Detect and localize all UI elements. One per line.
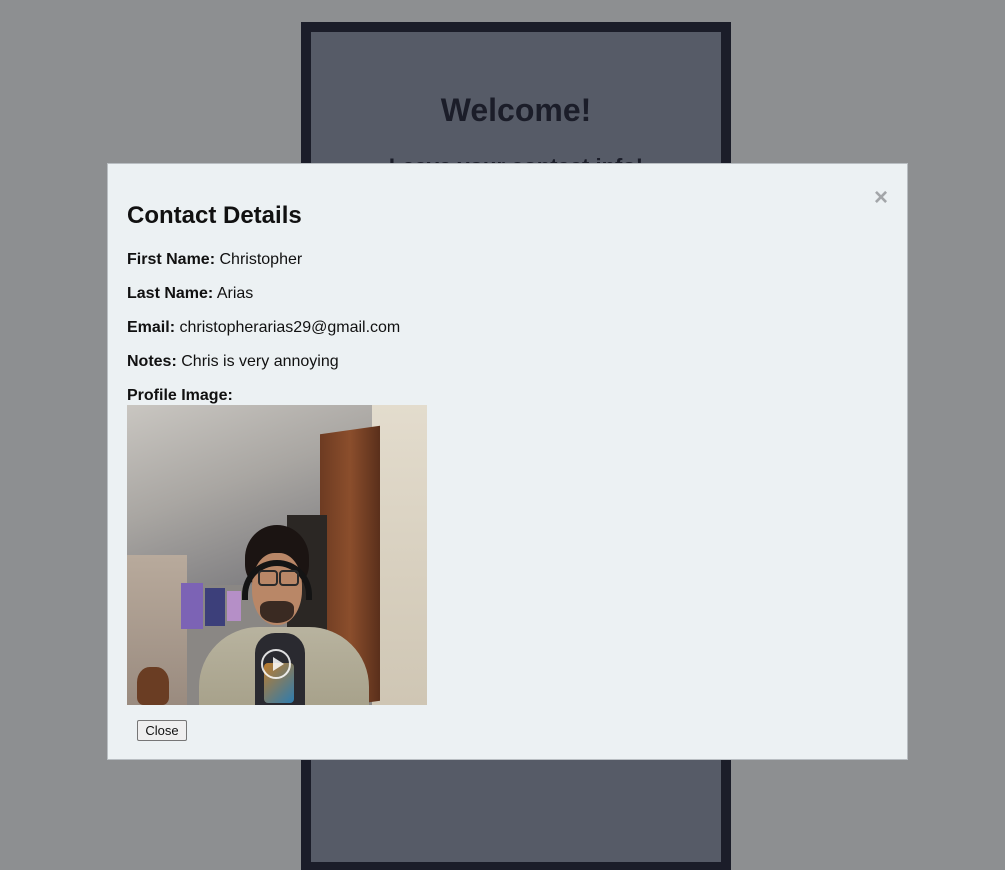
close-icon[interactable]: × xyxy=(872,186,890,210)
photo-poster xyxy=(227,591,241,621)
notes-label: Notes: xyxy=(127,353,177,370)
first-name-label: First Name: xyxy=(127,251,216,268)
last-name-value: Arias xyxy=(216,285,254,302)
page-title: Welcome! xyxy=(440,92,592,128)
profile-image-row: Profile Image: xyxy=(127,386,233,406)
first-name-value: Christopher xyxy=(219,251,303,268)
photo-poster xyxy=(205,588,225,626)
photo-wall-right xyxy=(372,405,427,705)
photo-glasses-lens xyxy=(258,570,278,586)
contact-details-modal: × Contact Details First Name: Christophe… xyxy=(107,163,908,760)
first-name-row: First Name: Christopher xyxy=(127,250,302,270)
photo-glasses-lens xyxy=(279,570,299,586)
email-label: Email: xyxy=(127,319,176,336)
email-row: Email: christopherarias29@gmail.com xyxy=(127,318,400,338)
last-name-row: Last Name: Arias xyxy=(127,284,253,304)
notes-row: Notes: Chris is very annoying xyxy=(127,352,339,372)
last-name-label: Last Name: xyxy=(127,285,214,302)
profile-image-label: Profile Image: xyxy=(127,387,233,404)
play-icon[interactable] xyxy=(261,649,291,679)
photo-person-beard xyxy=(260,601,294,623)
close-button[interactable]: Close xyxy=(137,720,187,741)
profile-image[interactable] xyxy=(127,405,427,705)
modal-title: Contact Details xyxy=(127,202,302,229)
notes-value: Chris is very annoying xyxy=(181,353,339,370)
photo-poster xyxy=(181,583,203,629)
email-value: christopherarias29@gmail.com xyxy=(179,319,401,336)
photo-plush-toy xyxy=(137,667,169,705)
